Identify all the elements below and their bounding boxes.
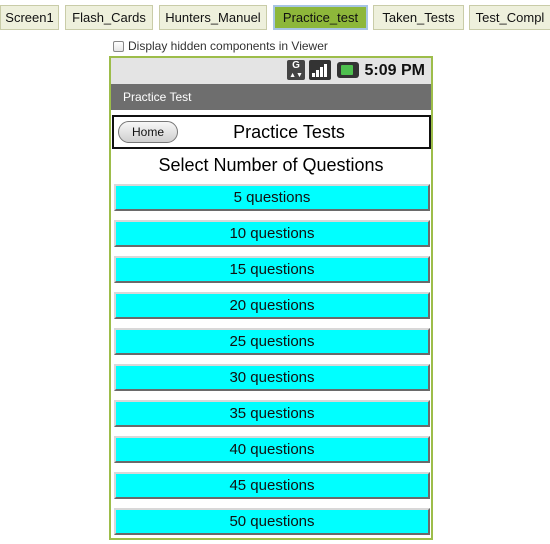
network-letter: G <box>292 60 300 71</box>
display-hidden-checkbox[interactable] <box>113 40 124 52</box>
signal-icon <box>309 60 331 80</box>
battery-icon <box>337 62 359 78</box>
tab-flash-cards[interactable]: Flash_Cards <box>65 5 153 30</box>
network-g-icon: G ▲▼ <box>287 60 305 80</box>
status-time: 5:09 PM <box>364 62 425 79</box>
display-hidden-label: Display hidden components in Viewer <box>128 39 328 53</box>
tab-practice-test[interactable]: Practice_test <box>273 5 368 30</box>
questions-10-button[interactable]: 10 questions <box>114 220 430 247</box>
questions-20-button[interactable]: 20 questions <box>114 292 430 319</box>
display-hidden-option[interactable]: Display hidden components in Viewer <box>113 38 328 54</box>
tab-taken-tests[interactable]: Taken_Tests <box>373 5 464 30</box>
page-title: Practice Tests <box>233 122 345 142</box>
questions-5-button[interactable]: 5 questions <box>114 184 430 211</box>
app-title-bar: Practice Test <box>111 84 431 110</box>
screen-tabs: Screen1 Flash_Cards Hunters_Manuel Pract… <box>0 0 550 36</box>
questions-15-button[interactable]: 15 questions <box>114 256 430 283</box>
data-arrows-icon: ▲▼ <box>289 72 303 79</box>
header-arrangement: Home Practice Tests <box>112 115 431 149</box>
home-button[interactable]: Home <box>118 121 178 143</box>
questions-45-button[interactable]: 45 questions <box>114 472 430 499</box>
questions-35-button[interactable]: 35 questions <box>114 400 430 427</box>
tab-screen1[interactable]: Screen1 <box>0 5 59 30</box>
questions-25-button[interactable]: 25 questions <box>114 328 430 355</box>
select-questions-label: Select Number of Questions <box>158 155 384 175</box>
designer-stage: Screen1 Flash_Cards Hunters_Manuel Pract… <box>0 0 550 544</box>
questions-40-button[interactable]: 40 questions <box>114 436 430 463</box>
phone-viewer: G ▲▼ 5:09 PM Practice Test Home Practice… <box>109 56 433 540</box>
status-bar: G ▲▼ 5:09 PM <box>111 58 431 84</box>
questions-30-button[interactable]: 30 questions <box>114 364 430 391</box>
tab-hunters-manuel[interactable]: Hunters_Manuel <box>159 5 267 30</box>
tab-test-compl[interactable]: Test_Compl <box>469 5 550 30</box>
questions-50-button[interactable]: 50 questions <box>114 508 430 535</box>
